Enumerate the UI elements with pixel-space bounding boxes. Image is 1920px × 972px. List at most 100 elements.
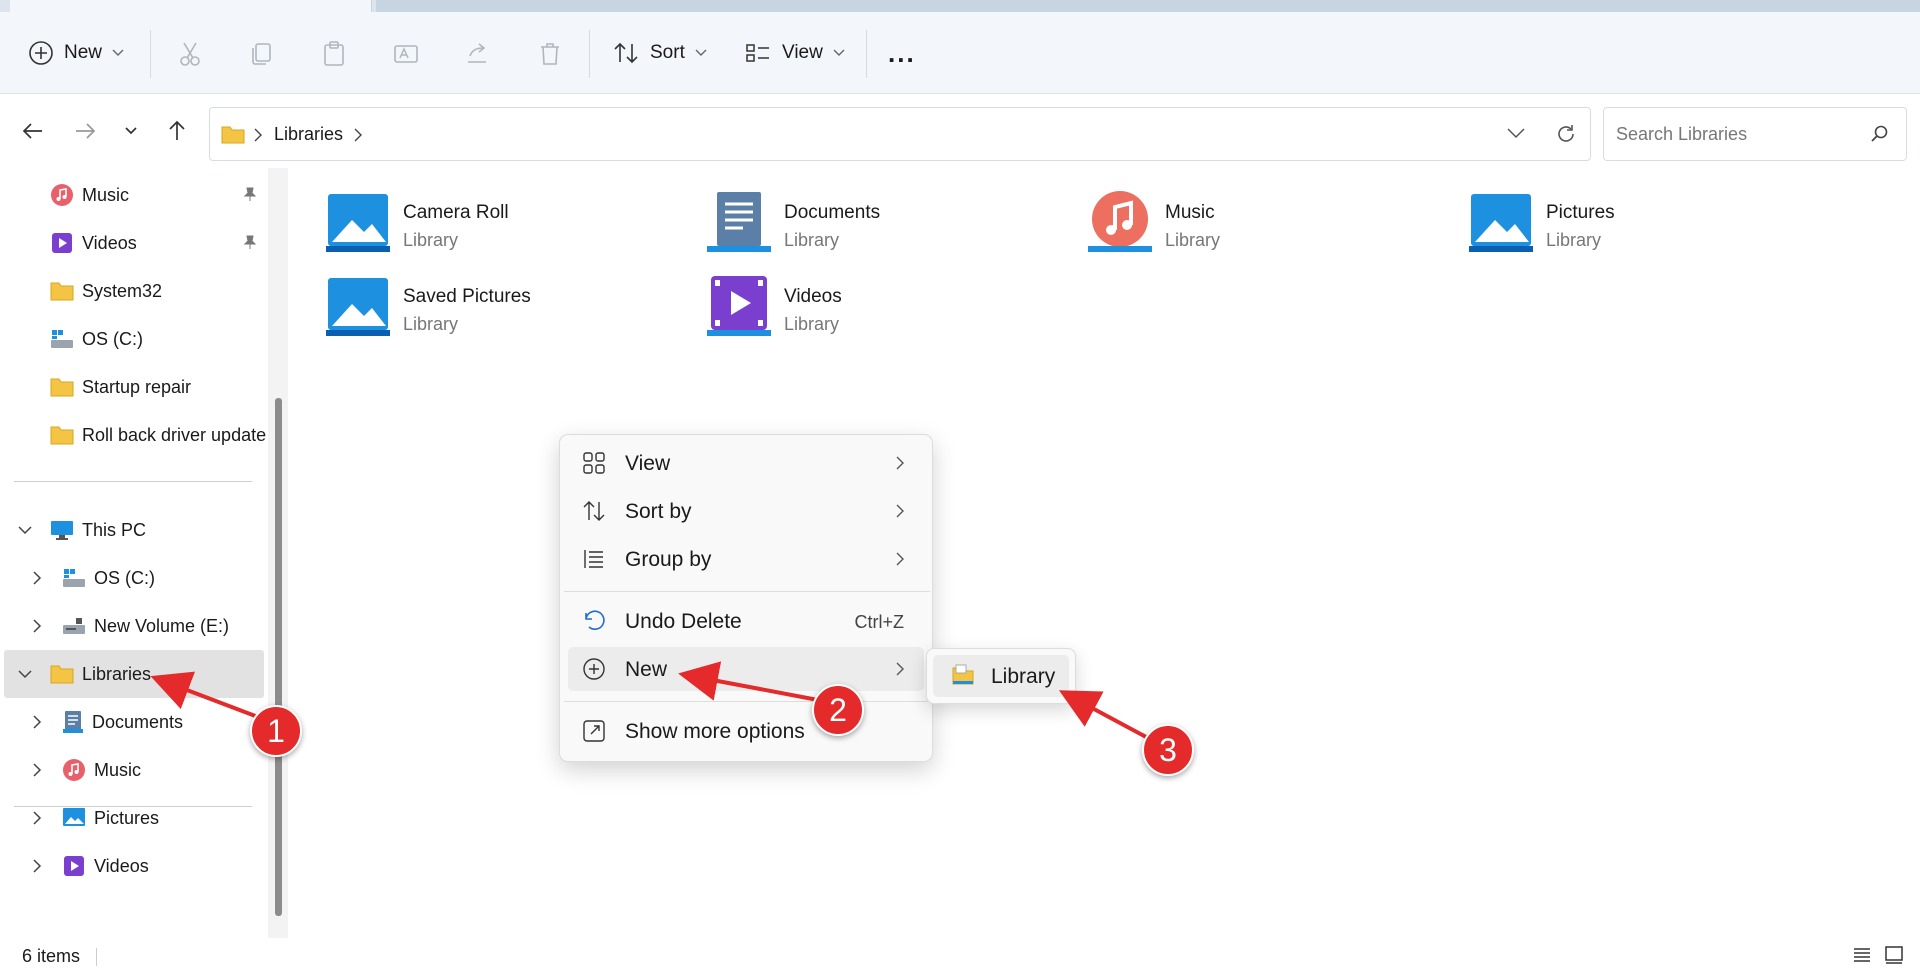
sidebar-item-videos[interactable]: Videos bbox=[50, 220, 137, 266]
sidebar-item-label: Videos bbox=[82, 232, 137, 253]
context-item-sort-by[interactable]: Sort by bbox=[568, 489, 924, 533]
tab-strip bbox=[0, 0, 1920, 12]
refresh-icon[interactable] bbox=[1554, 122, 1578, 146]
library-item-videos[interactable]: Videos Library bbox=[671, 260, 971, 340]
sort-icon bbox=[583, 501, 605, 521]
sidebar-item-label: OS (C:) bbox=[94, 567, 155, 588]
toolbar-divider bbox=[589, 30, 590, 78]
copy-icon[interactable] bbox=[248, 40, 276, 68]
library-item-music[interactable]: Music Library bbox=[1052, 176, 1352, 256]
pin-icon[interactable] bbox=[242, 186, 258, 202]
sidebar-item-label: Libraries bbox=[82, 663, 152, 684]
more-options-button[interactable]: ... bbox=[888, 26, 916, 80]
context-item-group-by[interactable]: Group by bbox=[568, 537, 924, 581]
share-icon[interactable] bbox=[464, 40, 492, 68]
recent-locations-chevron-icon[interactable] bbox=[118, 118, 144, 144]
folder-icon bbox=[50, 426, 74, 445]
sidebar-scrollbar-thumb[interactable] bbox=[275, 398, 282, 916]
details-view-icon[interactable] bbox=[1852, 945, 1872, 965]
expand-chevron-down-icon[interactable] bbox=[17, 522, 33, 538]
context-item-shortcut: Ctrl+Z bbox=[854, 612, 905, 632]
context-item-show-more-options[interactable]: Show more options bbox=[568, 709, 924, 753]
tab-active[interactable] bbox=[10, 0, 372, 12]
sidebar-item-startup-repair[interactable]: Startup repair bbox=[50, 364, 191, 410]
callout-badge-1: 1 bbox=[250, 705, 302, 757]
sidebar-item-documents[interactable]: Documents bbox=[62, 699, 183, 745]
plus-circle-icon bbox=[29, 41, 53, 65]
expand-chevron-down-icon[interactable] bbox=[17, 666, 33, 682]
more-options-label: ... bbox=[888, 37, 916, 68]
address-dropdown-icon[interactable] bbox=[1506, 126, 1526, 140]
sidebar-item-system32[interactable]: System32 bbox=[50, 268, 162, 314]
expand-chevron-right-icon[interactable] bbox=[29, 714, 45, 730]
context-item-new[interactable]: New bbox=[568, 647, 924, 691]
paste-icon[interactable] bbox=[320, 40, 348, 68]
breadcrumb-libraries[interactable]: Libraries bbox=[274, 124, 343, 145]
sidebar-item-label: Music bbox=[82, 184, 130, 205]
sidebar-item-videos-library[interactable]: Videos bbox=[62, 843, 149, 889]
expand-chevron-right-icon[interactable] bbox=[29, 618, 45, 634]
view-label: View bbox=[782, 42, 823, 63]
delete-icon[interactable] bbox=[536, 40, 564, 68]
sidebar-item-music-library[interactable]: Music bbox=[62, 747, 141, 793]
cut-icon[interactable] bbox=[176, 40, 204, 68]
command-bar: New Sort View ... bbox=[0, 12, 1920, 94]
large-icons-view-icon[interactable] bbox=[1884, 945, 1904, 965]
expand-chevron-right-icon[interactable] bbox=[29, 858, 45, 874]
sidebar-item-label: Startup repair bbox=[82, 376, 192, 397]
context-item-label: Sort by bbox=[625, 500, 692, 523]
library-item-documents[interactable]: Documents Library bbox=[671, 176, 971, 256]
sidebar-item-roll-back-driver-update[interactable]: Roll back driver update bbox=[50, 412, 266, 458]
videos-icon bbox=[52, 233, 72, 253]
documents-icon bbox=[63, 711, 83, 733]
forward-arrow-icon[interactable] bbox=[72, 118, 98, 144]
show-more-icon bbox=[583, 720, 605, 742]
pin-icon[interactable] bbox=[242, 234, 258, 250]
sidebar-item-new-volume-e[interactable]: New Volume (E:) bbox=[62, 603, 229, 649]
callout-badge-2: 2 bbox=[812, 684, 864, 736]
sort-button[interactable]: Sort bbox=[612, 26, 707, 80]
search-input[interactable]: Search Libraries bbox=[1603, 107, 1907, 161]
context-item-undo-delete[interactable]: Undo Delete Ctrl+Z bbox=[568, 599, 924, 643]
library-item-saved-pictures[interactable]: Saved Pictures Library bbox=[290, 260, 590, 340]
sidebar-divider bbox=[14, 481, 252, 482]
library-name: Camera Roll bbox=[403, 202, 509, 223]
sidebar-item-pictures[interactable]: Pictures bbox=[62, 795, 159, 841]
expand-chevron-right-icon[interactable] bbox=[29, 570, 45, 586]
library-type: Library bbox=[1546, 230, 1602, 250]
sidebar-item-os-c-drive[interactable]: OS (C:) bbox=[62, 555, 155, 601]
navigation-bar: Libraries Search Libraries bbox=[0, 94, 1920, 168]
sidebar-item-this-pc[interactable]: This PC bbox=[50, 507, 146, 553]
breadcrumb-chevron-icon[interactable] bbox=[354, 128, 362, 142]
undo-icon bbox=[585, 610, 605, 630]
context-item-label: Show more options bbox=[625, 720, 805, 743]
pictures-library-icon bbox=[1469, 194, 1533, 252]
address-bar[interactable]: Libraries bbox=[209, 107, 1591, 161]
sidebar-item-label: Videos bbox=[94, 855, 149, 876]
library-type: Library bbox=[784, 314, 840, 334]
sidebar-item-libraries[interactable]: Libraries bbox=[50, 651, 151, 697]
sidebar-item-label: Roll back driver update bbox=[82, 424, 267, 445]
expand-chevron-right-icon[interactable] bbox=[29, 810, 45, 826]
expand-chevron-right-icon[interactable] bbox=[29, 762, 45, 778]
context-item-view[interactable]: View bbox=[568, 441, 924, 485]
search-icon[interactable] bbox=[1870, 124, 1890, 144]
view-icon bbox=[746, 44, 769, 62]
group-icon bbox=[584, 550, 603, 568]
rename-icon[interactable] bbox=[392, 40, 420, 68]
library-name: Music bbox=[1165, 202, 1215, 223]
new-button[interactable]: New bbox=[28, 26, 124, 80]
sidebar-item-music[interactable]: Music bbox=[50, 172, 129, 218]
library-item-camera-roll[interactable]: Camera Roll Library bbox=[290, 176, 590, 256]
library-item-pictures[interactable]: Pictures Library bbox=[1433, 176, 1733, 256]
breadcrumb-chevron-icon bbox=[254, 128, 262, 142]
sort-label: Sort bbox=[650, 42, 685, 63]
library-folder-icon bbox=[952, 664, 974, 685]
chevron-down-icon bbox=[695, 49, 707, 56]
up-arrow-icon[interactable] bbox=[164, 118, 190, 144]
back-arrow-icon[interactable] bbox=[20, 118, 46, 144]
sidebar-item-os-c[interactable]: OS (C:) bbox=[50, 316, 143, 362]
library-type: Library bbox=[1165, 230, 1221, 250]
view-button[interactable]: View bbox=[744, 26, 845, 80]
music-icon bbox=[63, 759, 85, 781]
